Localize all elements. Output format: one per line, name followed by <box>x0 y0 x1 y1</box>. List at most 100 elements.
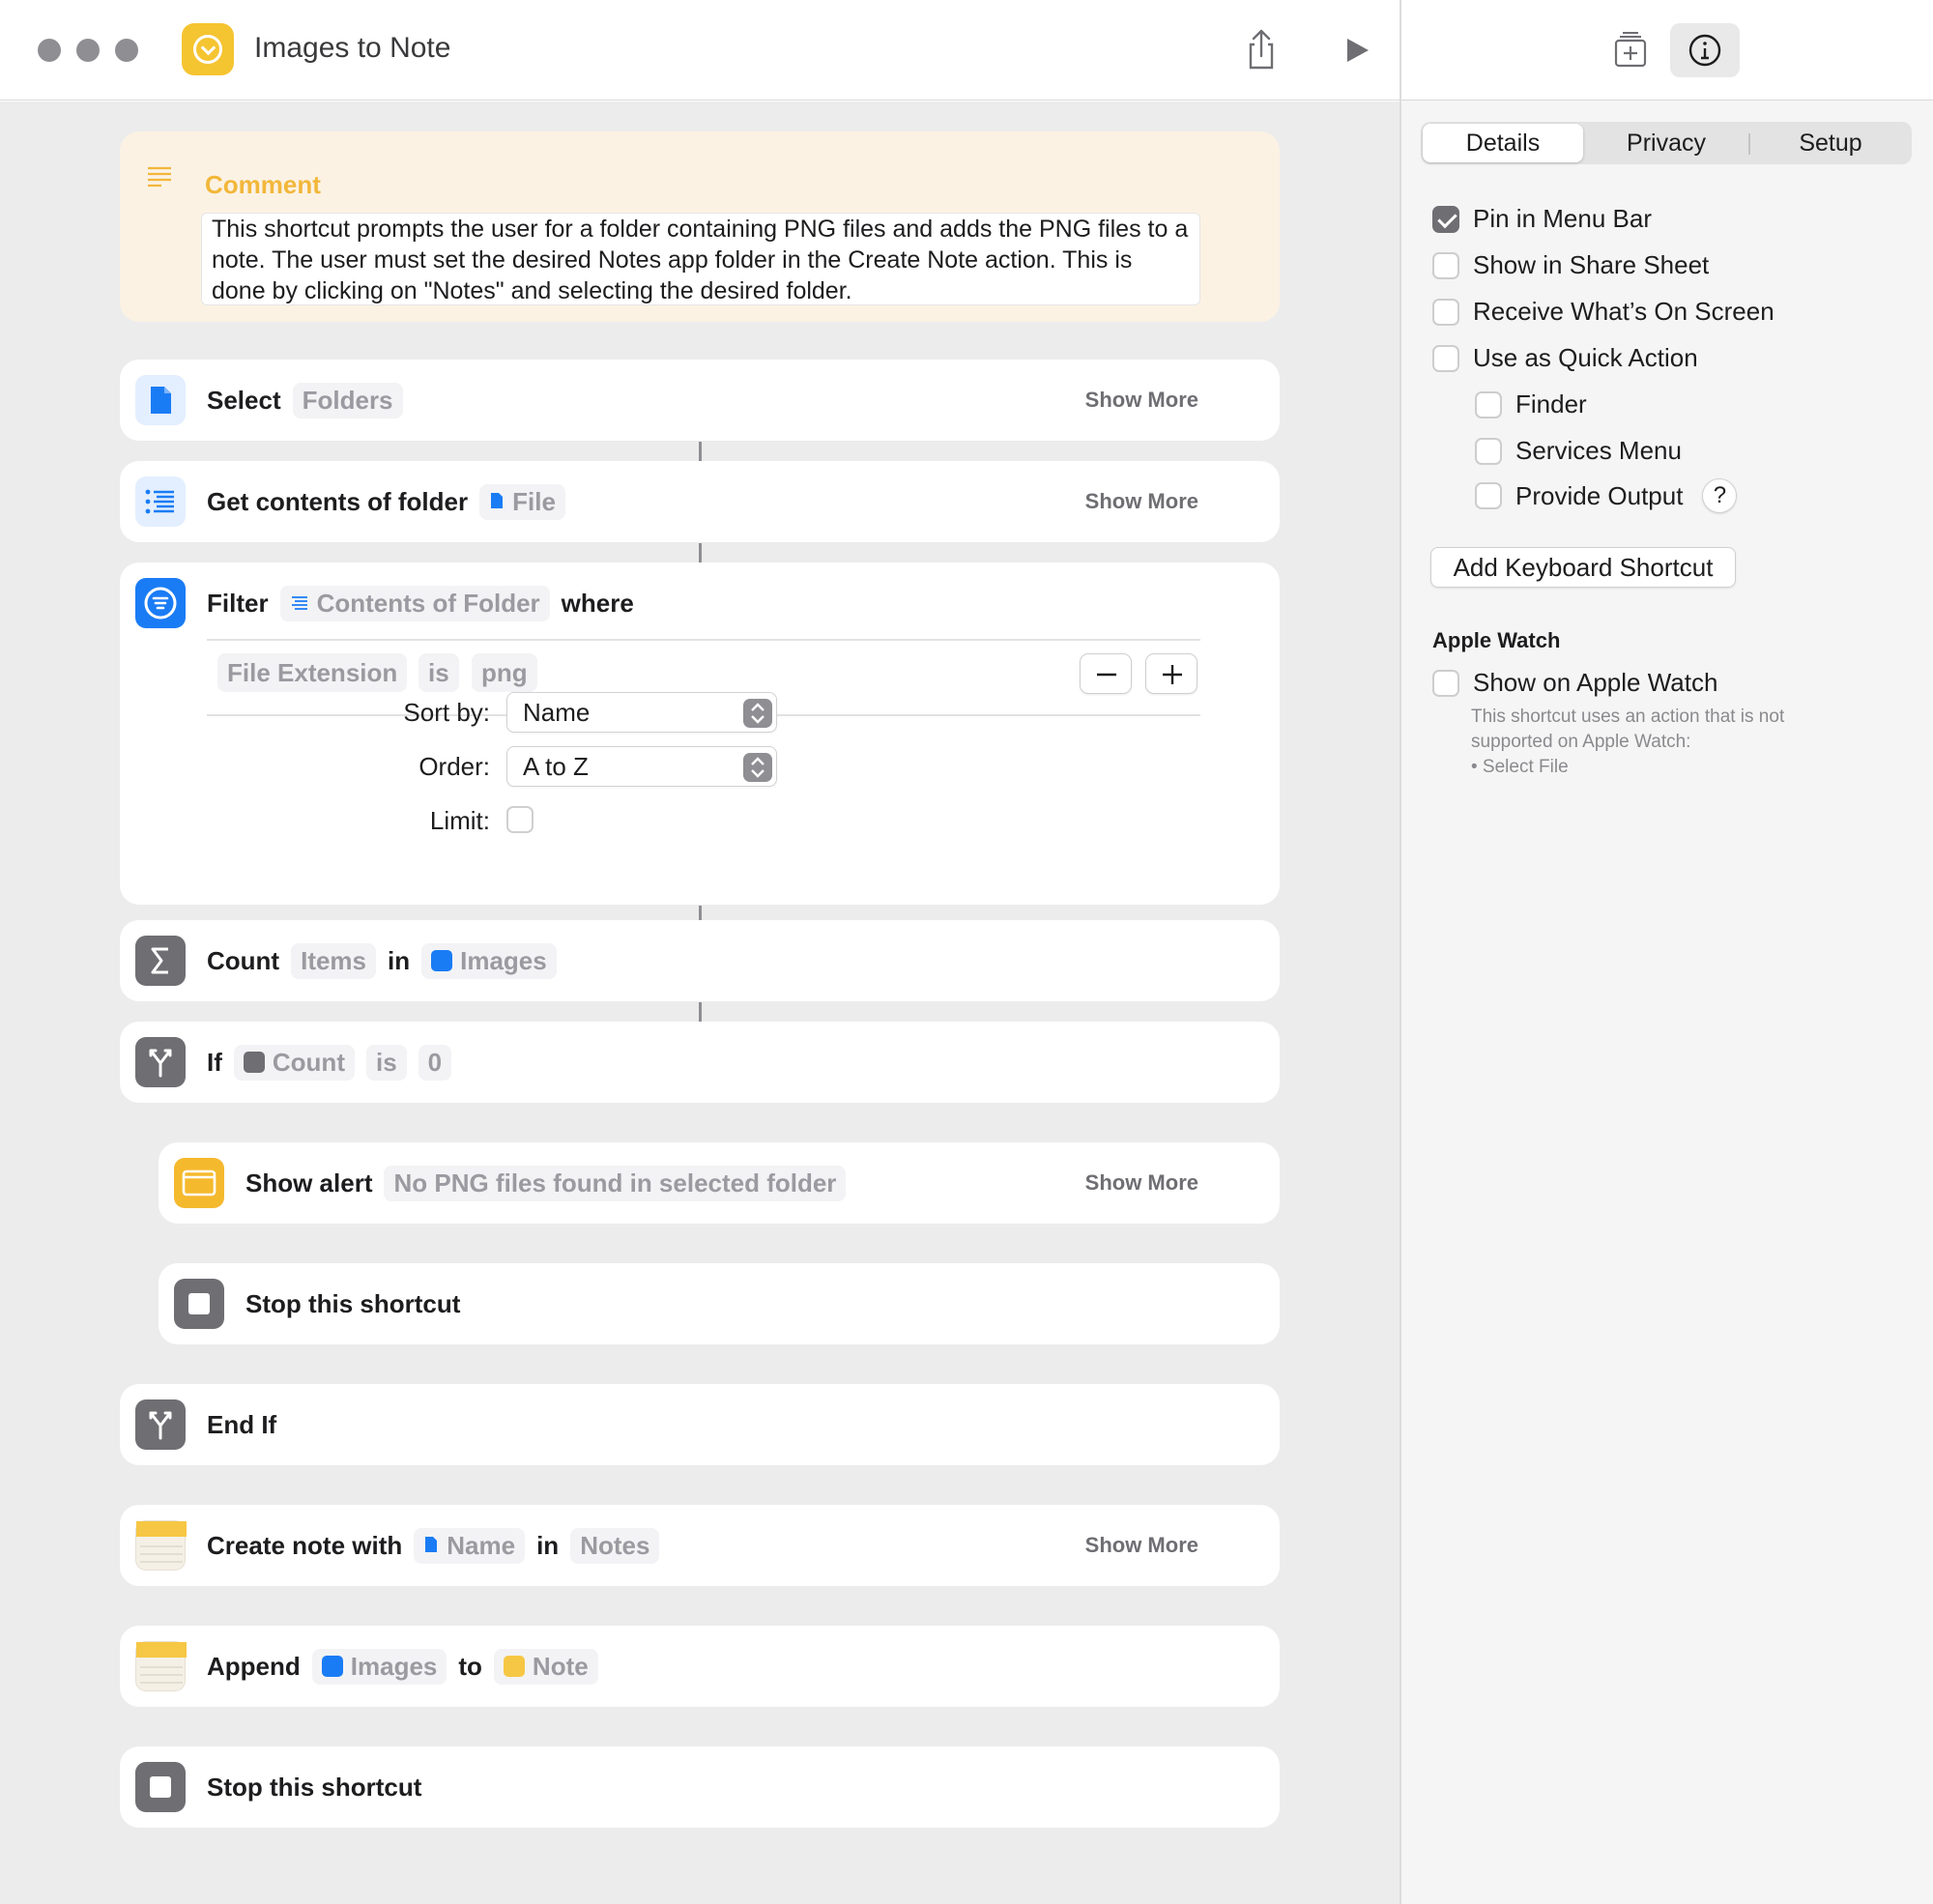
quick-action-label: Use as Quick Action <box>1473 343 1698 372</box>
provide-output-checkbox[interactable] <box>1475 482 1502 509</box>
note-token[interactable]: Note <box>493 1648 598 1685</box>
apple-watch-checkbox[interactable] <box>1432 669 1459 697</box>
create-note-label: Create note with <box>207 1530 403 1560</box>
png-value-token[interactable]: png <box>472 653 537 692</box>
quick-action-option[interactable]: Use as Quick Action <box>1432 343 1698 373</box>
images-token[interactable]: Images <box>421 942 557 979</box>
remove-condition-button[interactable] <box>1080 653 1132 694</box>
services-menu-option[interactable]: Services Menu <box>1475 436 1682 466</box>
show-alert-action[interactable]: Show alert No PNG files found in selecte… <box>159 1142 1280 1224</box>
file-token[interactable]: File <box>479 483 565 520</box>
provide-output-option[interactable]: Provide Output ? <box>1475 478 1738 513</box>
count-token[interactable]: Count <box>233 1044 355 1081</box>
share-sheet-label: Show in Share Sheet <box>1473 250 1710 279</box>
sigma-mini-icon <box>243 1052 265 1073</box>
order-select[interactable]: A to Z <box>506 746 777 787</box>
add-action-library-icon[interactable] <box>1604 25 1657 75</box>
if-value-token[interactable]: 0 <box>418 1044 452 1081</box>
play-icon[interactable] <box>1332 25 1384 75</box>
receive-screen-label: Receive What’s On Screen <box>1473 297 1774 326</box>
append-label: Append <box>207 1651 301 1681</box>
tab-setup[interactable]: Setup <box>1751 124 1910 162</box>
stop-shortcut-action[interactable]: Stop this shortcut <box>159 1263 1280 1344</box>
info-button[interactable] <box>1670 23 1740 77</box>
items-token[interactable]: Items <box>291 942 377 979</box>
count-label: Count <box>207 945 280 975</box>
pin-menu-bar-checkbox[interactable] <box>1432 205 1459 233</box>
file-mini-icon <box>423 1531 439 1561</box>
zoom-window-button[interactable] <box>115 39 138 62</box>
filter-icon <box>135 578 186 628</box>
details-panel: Details Privacy Setup Pin in Menu Bar Sh… <box>1401 0 1933 1904</box>
notes-icon <box>135 1641 187 1691</box>
is-operator-token[interactable]: is <box>418 653 459 692</box>
count-action[interactable]: Count Items in Images <box>120 920 1280 1001</box>
list-icon <box>135 476 186 527</box>
finder-option[interactable]: Finder <box>1475 389 1587 419</box>
tab-details[interactable]: Details <box>1423 124 1583 162</box>
if-operator-token[interactable]: is <box>365 1044 407 1081</box>
sort-by-select[interactable]: Name <box>506 692 777 733</box>
stop-label: Stop this shortcut <box>207 1772 422 1802</box>
alert-show-more[interactable]: Show More <box>1085 1142 1198 1224</box>
append-action[interactable]: Append Images to Note <box>120 1626 1280 1707</box>
filter-mini-icon <box>321 1656 343 1677</box>
where-label: where <box>561 588 634 618</box>
filter-label: Filter <box>207 588 269 618</box>
receive-screen-checkbox[interactable] <box>1432 298 1459 326</box>
create-note-show-more[interactable]: Show More <box>1085 1505 1198 1586</box>
share-icon[interactable] <box>1235 25 1287 75</box>
apple-watch-option[interactable]: Show on Apple Watch <box>1432 668 1717 698</box>
branch-icon <box>135 1399 186 1450</box>
get-contents-action[interactable]: Get contents of folder File Show More <box>120 461 1280 542</box>
help-button[interactable]: ? <box>1702 478 1738 513</box>
alert-message-token[interactable]: No PNG files found in selected folder <box>384 1165 847 1201</box>
close-window-button[interactable] <box>38 39 61 62</box>
end-if-action[interactable]: End If <box>120 1384 1280 1465</box>
name-token-text: Name <box>447 1530 516 1560</box>
add-keyboard-shortcut-button[interactable]: Add Keyboard Shortcut <box>1430 547 1736 588</box>
info-icon <box>1688 34 1721 67</box>
tab-privacy[interactable]: Privacy <box>1585 124 1747 162</box>
chevron-up-down-icon <box>743 753 772 782</box>
shortcut-app-icon[interactable] <box>182 23 234 75</box>
count-token-text: Count <box>272 1047 345 1077</box>
select-action[interactable]: Select Folders Show More <box>120 360 1280 441</box>
add-condition-button[interactable] <box>1145 653 1197 694</box>
comment-title: Comment <box>205 170 321 199</box>
file-extension-token[interactable]: File Extension <box>217 653 408 692</box>
limit-label: Limit: <box>429 806 490 835</box>
comment-text[interactable]: This shortcut prompts the user for a fol… <box>201 213 1200 305</box>
filter-action[interactable]: Filter Contents of Folder where File Ext… <box>120 563 1280 905</box>
file-mini-icon <box>489 487 505 517</box>
share-sheet-option[interactable]: Show in Share Sheet <box>1432 250 1709 280</box>
folders-token[interactable]: Folders <box>292 382 403 418</box>
share-sheet-checkbox[interactable] <box>1432 251 1459 279</box>
name-token[interactable]: Name <box>414 1527 526 1564</box>
services-menu-checkbox[interactable] <box>1475 437 1502 465</box>
chevron-up-down-icon <box>743 699 772 728</box>
note-token-text: Note <box>532 1651 589 1681</box>
create-note-action[interactable]: Create note with Name in Notes Show More <box>120 1505 1280 1586</box>
receive-screen-option[interactable]: Receive What’s On Screen <box>1432 297 1774 327</box>
comment-action[interactable]: Comment This shortcut prompts the user f… <box>120 131 1280 322</box>
flow-connector <box>699 442 702 461</box>
if-action[interactable]: If Count is 0 <box>120 1022 1280 1103</box>
contents-of-folder-token[interactable]: Contents of Folder <box>279 585 550 621</box>
notes-folder-token[interactable]: Notes <box>570 1527 660 1564</box>
order-label: Order: <box>418 752 490 781</box>
get-contents-show-more[interactable]: Show More <box>1085 461 1198 542</box>
stop-shortcut-action[interactable]: Stop this shortcut <box>120 1746 1280 1828</box>
limit-checkbox[interactable] <box>506 806 534 833</box>
select-show-more[interactable]: Show More <box>1085 360 1198 441</box>
notes-mini-icon <box>503 1656 525 1677</box>
panel-tabs: Details Privacy Setup <box>1421 122 1912 164</box>
images-token[interactable]: Images <box>311 1648 447 1685</box>
quick-action-checkbox[interactable] <box>1432 344 1459 372</box>
sort-by-value: Name <box>523 697 591 727</box>
pin-menu-bar-option[interactable]: Pin in Menu Bar <box>1432 204 1652 234</box>
finder-checkbox[interactable] <box>1475 390 1502 418</box>
minimize-window-button[interactable] <box>76 39 100 62</box>
comment-icon <box>145 162 174 196</box>
finder-label: Finder <box>1515 389 1587 418</box>
